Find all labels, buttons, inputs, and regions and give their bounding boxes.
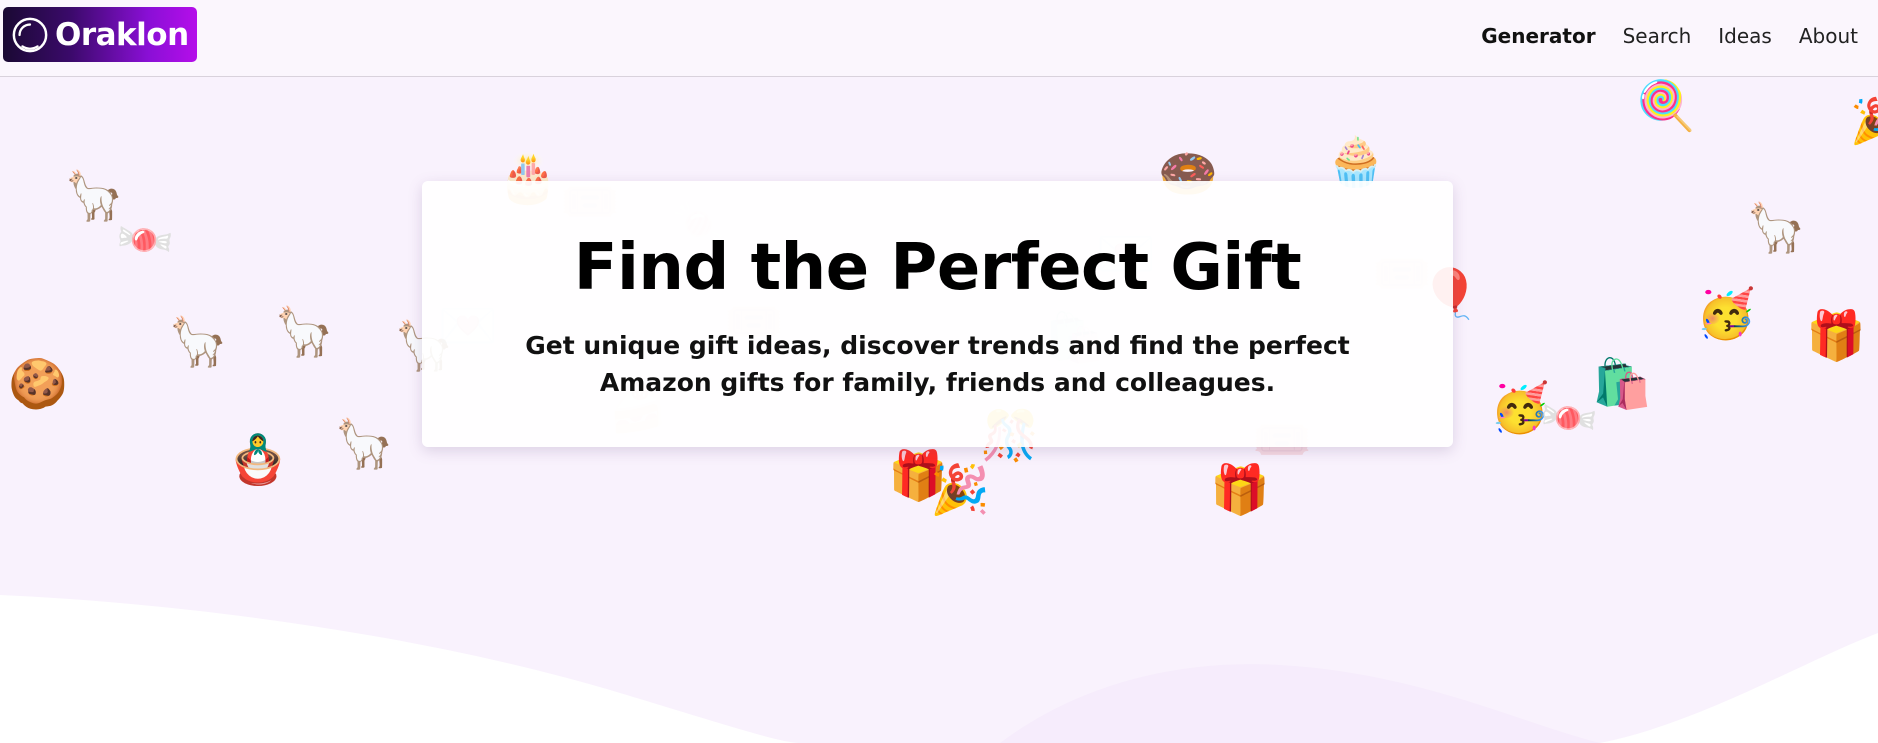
pinata-icon: 🦙 xyxy=(1746,200,1806,256)
nav-ideas[interactable]: Ideas xyxy=(1718,20,1772,52)
pinata-icon: 🦙 xyxy=(64,168,124,224)
page: Oraklon Generator Search Ideas About 🦙 🍬… xyxy=(0,0,1878,743)
nav-generator[interactable]: Generator xyxy=(1481,20,1595,52)
cookie-icon: 🍪 xyxy=(8,356,68,412)
pinata-icon: 🦙 xyxy=(334,416,394,472)
pinata-icon: 🦙 xyxy=(168,314,228,370)
hero-card: Find the Perfect Gift Get unique gift id… xyxy=(422,181,1453,447)
party-popper-icon: 🎉 xyxy=(930,462,990,518)
pinata-icon: 🦙 xyxy=(274,304,334,360)
hero-title: Find the Perfect Gift xyxy=(573,231,1302,305)
lollipop-icon: 🍭 xyxy=(1636,78,1696,134)
main-nav: Generator Search Ideas About xyxy=(1481,20,1858,52)
party-popper-icon: 🎉 xyxy=(1850,96,1878,147)
gift-icon: 🎁 xyxy=(1806,308,1866,364)
gift-icon: 🎁 xyxy=(1210,462,1270,518)
partying-face-icon: 🥳 xyxy=(1696,286,1756,342)
bottom-wave-shape xyxy=(0,595,1878,743)
logo-text: Oraklon xyxy=(55,16,189,53)
hero-subtitle: Get unique gift ideas, discover trends a… xyxy=(525,331,1350,397)
top-navbar: Oraklon Generator Search Ideas About xyxy=(0,0,1878,77)
crystal-ball-icon xyxy=(12,17,48,52)
cupcake-icon: 🧁 xyxy=(1326,134,1386,190)
nesting-doll-icon: 🪆 xyxy=(228,432,288,488)
nav-search[interactable]: Search xyxy=(1623,20,1692,52)
shopping-bags-icon: 🛍️ xyxy=(1592,356,1652,412)
nav-about[interactable]: About xyxy=(1799,20,1858,52)
oraklon-logo-link[interactable]: Oraklon xyxy=(3,7,197,62)
